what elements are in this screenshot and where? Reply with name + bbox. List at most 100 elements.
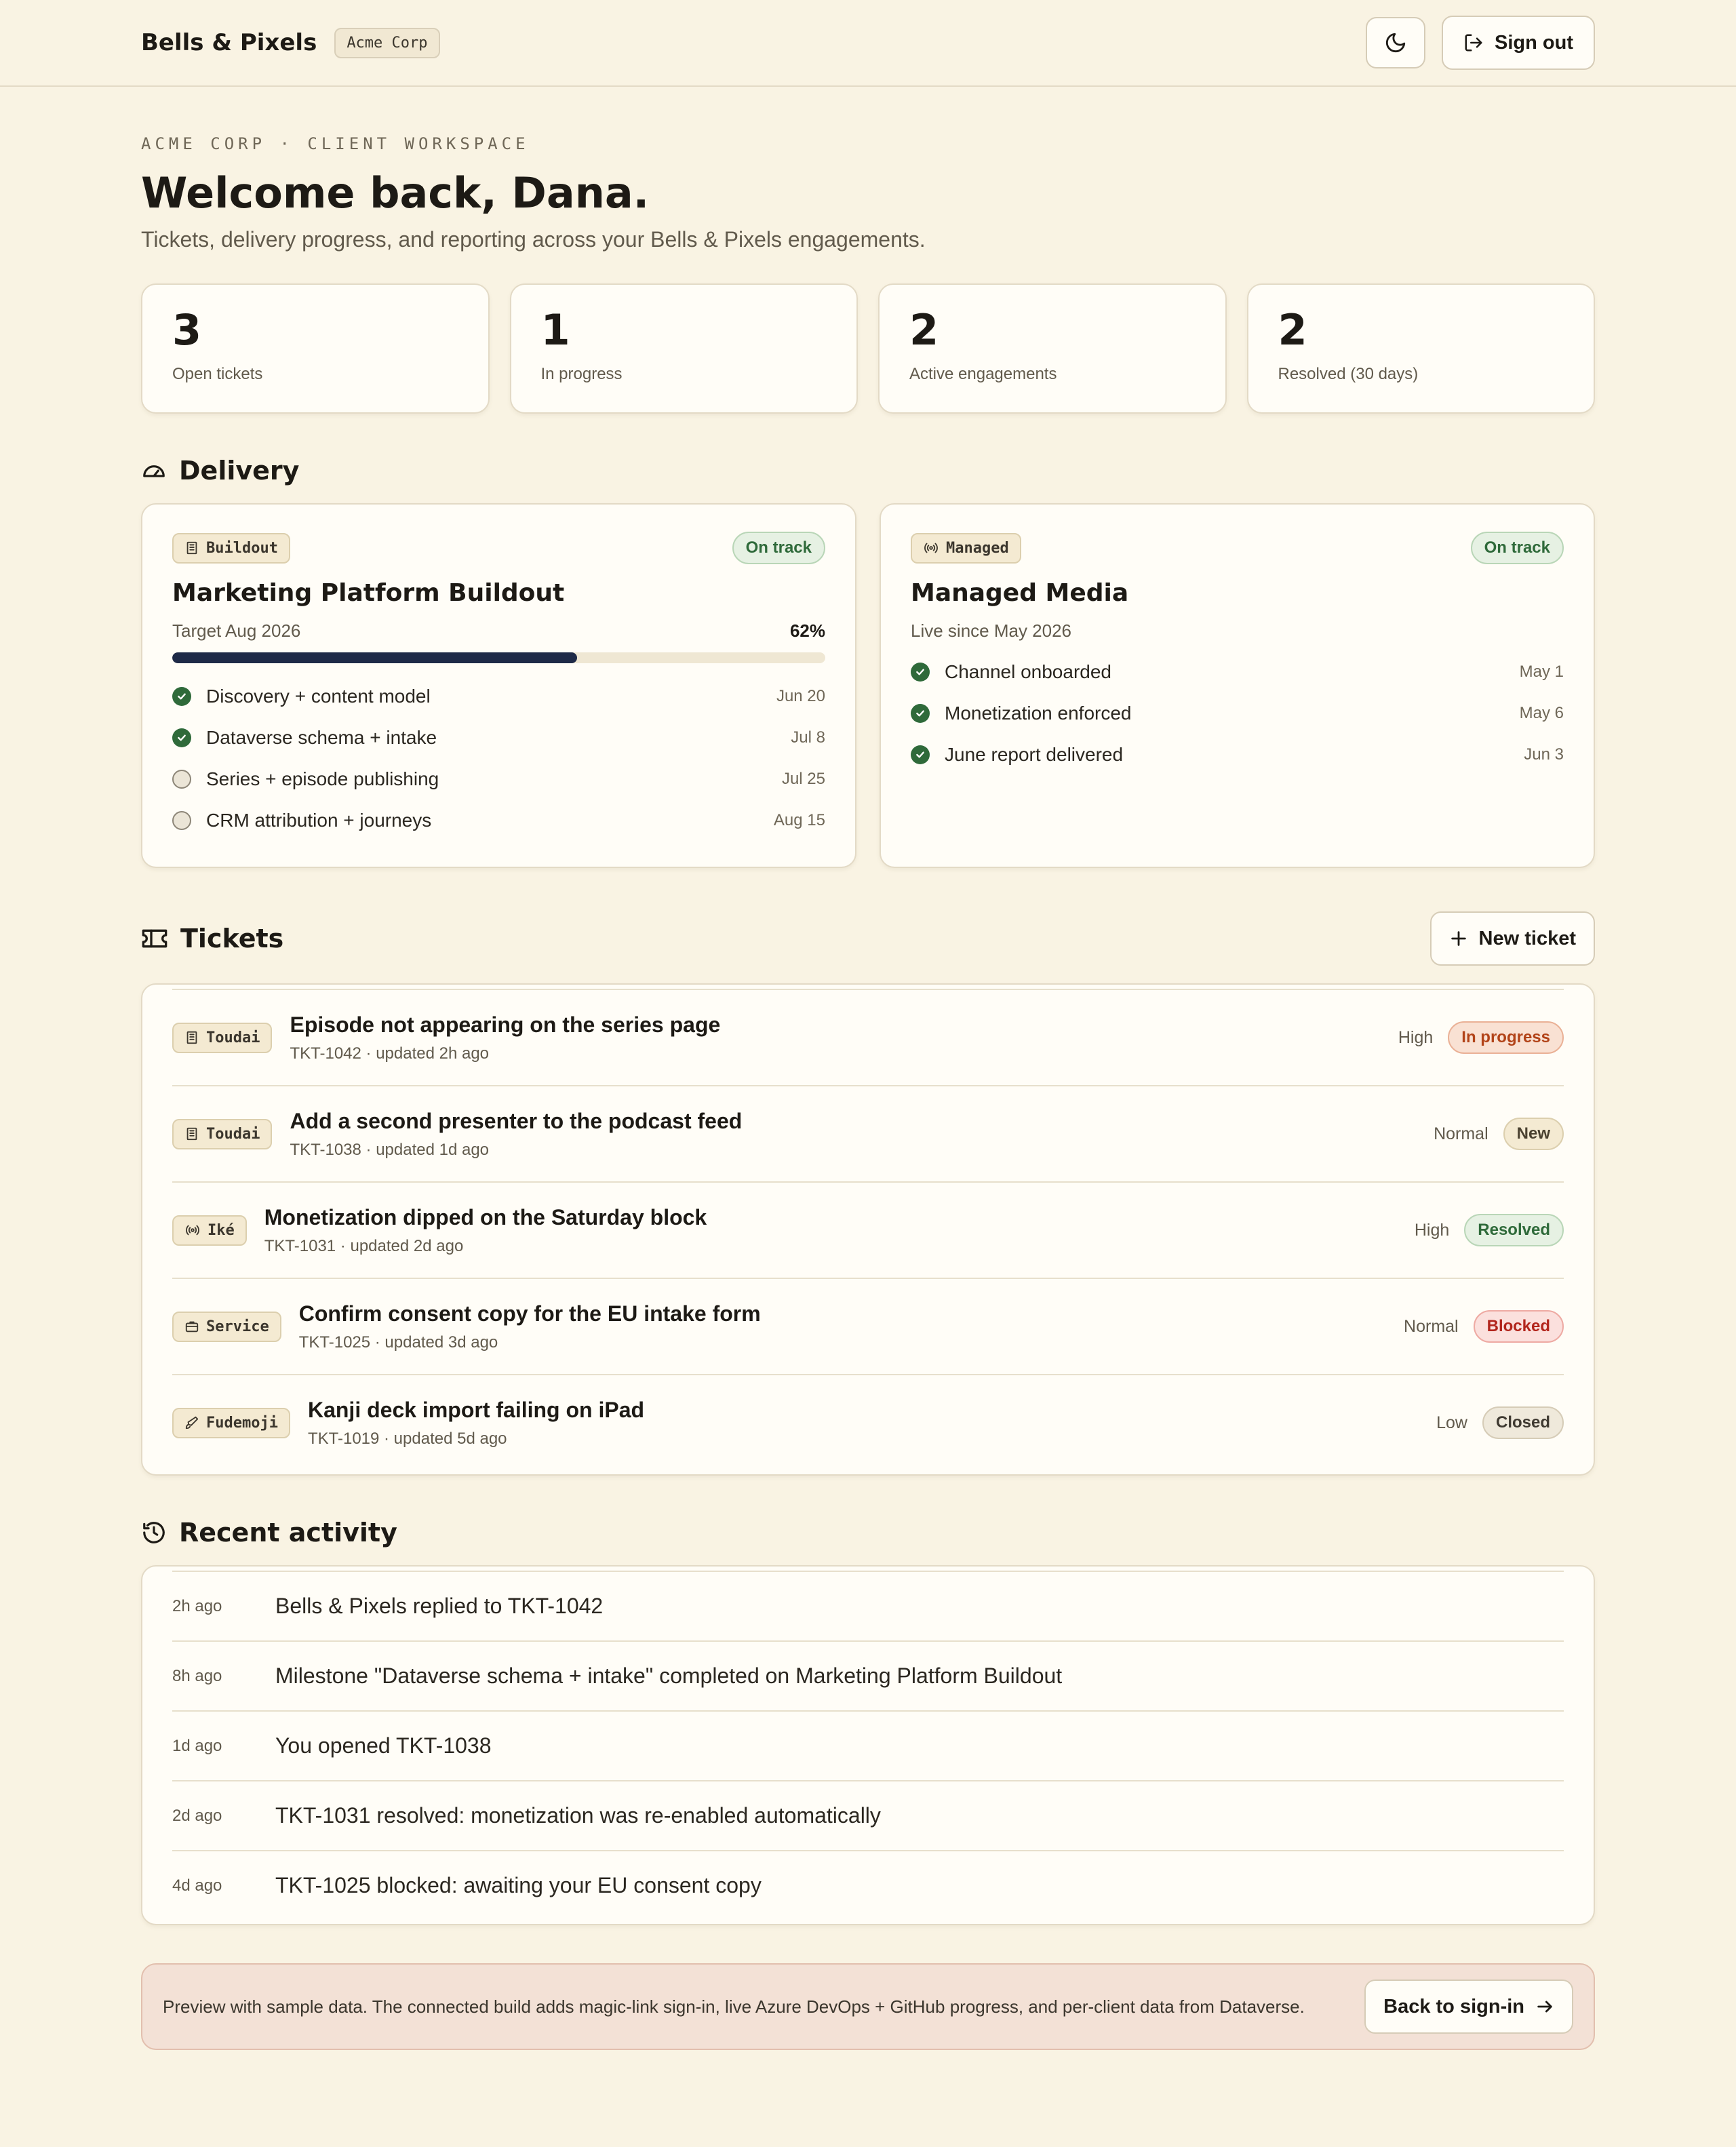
building-icon [186,1127,197,1141]
ticket-row[interactable]: Iké Monetization dipped on the Saturday … [172,1181,1564,1278]
milestone-list: Channel onboarded May 1 Monetization enf… [911,651,1564,775]
ticket-priority: Normal [1434,1124,1488,1143]
milestone-date: May 1 [1519,662,1564,681]
ticket-meta: TKT-1031 · updated 2d ago [264,1236,464,1255]
theme-toggle-button[interactable] [1366,17,1426,68]
milestone-name: Monetization enforced [945,702,1132,724]
engagement-tag: Managed [911,532,1021,564]
activity-item: 2h ago Bells & Pixels replied to TKT-104… [172,1571,1564,1640]
engagement-target: Target Aug 2026 [172,621,301,641]
arrow-right-icon [1537,2001,1552,2013]
engagement-tag-label: Buildout [206,539,278,557]
activity-list: 2h ago Bells & Pixels replied to TKT-104… [141,1565,1595,1925]
page-subtitle: Tickets, delivery progress, and reportin… [141,227,926,252]
ticket-tag: Toudai [172,1118,273,1149]
stat-card-open-tickets: 3 Open tickets [141,283,490,414]
top-bar: Bells & Pixels Acme Corp Sign out [0,0,1736,87]
ticket-title[interactable]: Monetization dipped on the Saturday bloc… [264,1205,1415,1230]
broadcast-icon [924,543,938,553]
ticket-tag: Toudai [172,1022,273,1053]
check-circle-icon [172,728,191,747]
ticket-row[interactable]: Toudai Add a second presenter to the pod… [172,1085,1564,1181]
status-badge: New [1503,1118,1564,1150]
engagement-tag-label: Managed [946,539,1009,557]
progress-bar-fill [172,652,578,663]
milestone-name: Channel onboarded [945,661,1111,682]
new-ticket-button[interactable]: New ticket [1429,911,1595,966]
delivery-section-header: Delivery [141,456,1595,486]
ticket-row[interactable]: Fudemoji Kanji deck import failing on iP… [172,1374,1564,1470]
ticket-row[interactable]: Service Confirm consent copy for the EU … [172,1278,1564,1374]
engagement-title: Managed Media [911,579,1129,607]
org-chip: Acme Corp [334,27,440,58]
stat-label: Open tickets [172,365,263,383]
page-title: Welcome back, Dana. [141,168,650,218]
ticket-priority: High [1398,1027,1434,1047]
stat-value: 3 [172,305,202,355]
ticket-tag-label: Service [206,1318,269,1335]
ticket-title[interactable]: Add a second presenter to the podcast fe… [290,1109,1434,1134]
building-icon [186,1031,197,1044]
activity-text: You opened TKT-1038 [275,1733,492,1758]
milestone-name: CRM attribution + journeys [206,809,432,831]
ticket-tag: Fudemoji [172,1407,290,1438]
activity-time: 8h ago [172,1666,222,1685]
milestone-date: May 6 [1519,703,1564,722]
progress-bar [172,652,825,663]
ticket-row[interactable]: Toudai Episode not appearing on the seri… [172,989,1564,1085]
ticket-icon [142,929,167,948]
status-badge: On track [1470,532,1564,564]
ticket-tag-label: Fudemoji [206,1414,278,1432]
activity-time: 1d ago [172,1736,222,1755]
stat-card-in-progress: 1 In progress [509,283,858,414]
stats-row: 3 Open tickets 1 In progress 2 Active en… [141,283,1595,414]
stat-value: 2 [909,305,939,355]
stat-label: Resolved (30 days) [1278,365,1419,383]
status-badge: In progress [1448,1021,1564,1054]
ticket-tag-label: Iké [208,1221,235,1239]
check-circle-icon [911,662,930,682]
engagement-live-since: Live since May 2026 [911,621,1072,641]
stat-card-resolved: 2 Resolved (30 days) [1246,283,1595,414]
check-circle-icon [911,745,930,764]
tickets-title: Tickets [180,924,284,953]
plus-icon [1451,931,1466,946]
ticket-title[interactable]: Confirm consent copy for the EU intake f… [299,1301,1404,1326]
milestone-item: June report delivered Jun 3 [911,734,1564,775]
milestone-date: Aug 15 [773,810,825,829]
ticket-title[interactable]: Kanji deck import failing on iPad [308,1398,1436,1423]
gauge-icon [143,465,165,477]
milestone-name: Dataverse schema + intake [206,726,437,748]
ticket-list: Toudai Episode not appearing on the seri… [141,983,1595,1476]
sign-out-button[interactable]: Sign out [1442,16,1595,70]
activity-title: Recent activity [179,1518,397,1548]
sign-out-label: Sign out [1495,31,1573,54]
milestone-name: Series + episode publishing [206,768,439,789]
activity-item: 1d ago You opened TKT-1038 [172,1710,1564,1780]
engagement-card-managed[interactable]: Managed On track Managed Media Live sinc… [880,503,1595,868]
engagement-tag: Buildout [172,532,290,564]
status-badge: Blocked [1473,1310,1564,1343]
engagement-card-buildout[interactable]: Buildout On track Marketing Platform Bui… [141,503,856,868]
milestone-name: Discovery + content model [206,685,431,707]
stat-card-active-engagements: 2 Active engagements [878,283,1227,414]
empty-circle-icon [172,769,191,789]
back-to-sign-in-button[interactable]: Back to sign-in [1364,1979,1573,2034]
ticket-meta: TKT-1038 · updated 1d ago [290,1140,490,1159]
ticket-tag: Service [172,1311,281,1342]
activity-text: TKT-1031 resolved: monetization was re-e… [275,1803,881,1828]
ticket-title[interactable]: Episode not appearing on the series page [290,1012,1398,1038]
ticket-priority: Normal [1404,1316,1459,1336]
delivery-title: Delivery [179,456,300,486]
workspace-eyebrow: ACME CORP · CLIENT WORKSPACE [141,134,530,153]
tickets-section-header: Tickets New ticket [141,911,1595,966]
activity-text: TKT-1025 blocked: awaiting your EU conse… [275,1873,762,1897]
activity-text: Milestone "Dataverse schema + intake" co… [275,1663,1063,1688]
stat-label: In progress [540,365,623,383]
progress-percent: 62% [789,621,825,641]
brand-name[interactable]: Bells & Pixels [141,29,317,56]
preview-banner: Preview with sample data. The connected … [141,1963,1595,2050]
engagement-title: Marketing Platform Buildout [172,579,565,607]
status-badge: Resolved [1464,1214,1564,1246]
empty-circle-icon [172,810,191,830]
